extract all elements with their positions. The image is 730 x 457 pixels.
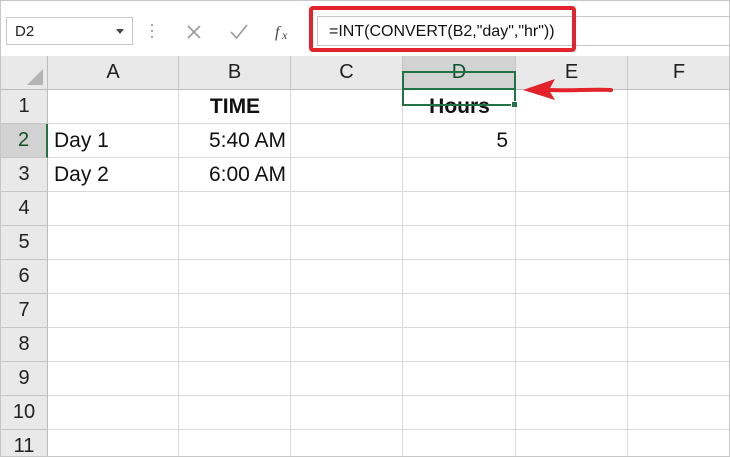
formula-buttons: f x <box>172 16 306 46</box>
chevron-down-icon[interactable] <box>116 29 124 34</box>
row-header-11[interactable]: 11 <box>1 430 48 456</box>
formula-highlight-box <box>309 6 576 52</box>
red-arrow-icon <box>523 79 613 100</box>
fill-handle[interactable] <box>511 101 518 108</box>
cell-a3[interactable]: Day 2 <box>48 158 179 192</box>
svg-text:f: f <box>275 24 282 41</box>
row-header-4[interactable]: 4 <box>1 192 48 226</box>
row-header-5[interactable]: 5 <box>1 226 48 260</box>
excel-window: D2 f x =INT(CONVERT(B2,"day","hr")) A B … <box>0 0 730 457</box>
gridline <box>627 90 628 456</box>
gridline <box>48 361 729 362</box>
spreadsheet-grid: A B C D E F 1 2 3 4 5 6 7 8 9 10 11 TIME… <box>1 56 729 456</box>
row-header-10[interactable]: 10 <box>1 396 48 430</box>
select-all-button[interactable] <box>1 56 48 90</box>
cell-b2[interactable]: 5:40 AM <box>179 124 291 158</box>
formula-bar: D2 f x =INT(CONVERT(B2,"day","hr")) <box>1 1 729 57</box>
cell-a2[interactable]: Day 1 <box>48 124 179 158</box>
cell-b3[interactable]: 6:00 AM <box>179 158 291 192</box>
cancel-icon[interactable] <box>182 20 206 44</box>
gridline <box>48 395 729 396</box>
row-header-3[interactable]: 3 <box>1 158 48 192</box>
insert-function-icon[interactable]: f x <box>272 20 296 44</box>
column-header-b[interactable]: B <box>179 56 291 90</box>
gridline <box>48 293 729 294</box>
name-box[interactable]: D2 <box>6 17 133 45</box>
gridline <box>48 429 729 430</box>
select-all-triangle-icon <box>27 69 43 85</box>
gridline <box>48 225 729 226</box>
column-header-a[interactable]: A <box>48 56 179 90</box>
active-cell-border <box>402 71 516 106</box>
cell-d2[interactable]: 5 <box>403 124 516 158</box>
row-header-2[interactable]: 2 <box>1 124 48 158</box>
enter-check-icon[interactable] <box>227 20 251 44</box>
row-header-7[interactable]: 7 <box>1 294 48 328</box>
row-header-6[interactable]: 6 <box>1 260 48 294</box>
row-header-1[interactable]: 1 <box>1 90 48 124</box>
gridline <box>48 327 729 328</box>
row-header-8[interactable]: 8 <box>1 328 48 362</box>
row-header-9[interactable]: 9 <box>1 362 48 396</box>
cell-b1[interactable]: TIME <box>179 90 291 124</box>
drag-handle-icon[interactable] <box>150 22 154 40</box>
gridline <box>48 259 729 260</box>
name-box-value: D2 <box>15 23 35 40</box>
column-header-c[interactable]: C <box>291 56 403 90</box>
column-header-f[interactable]: F <box>628 56 729 90</box>
svg-text:x: x <box>281 28 288 42</box>
